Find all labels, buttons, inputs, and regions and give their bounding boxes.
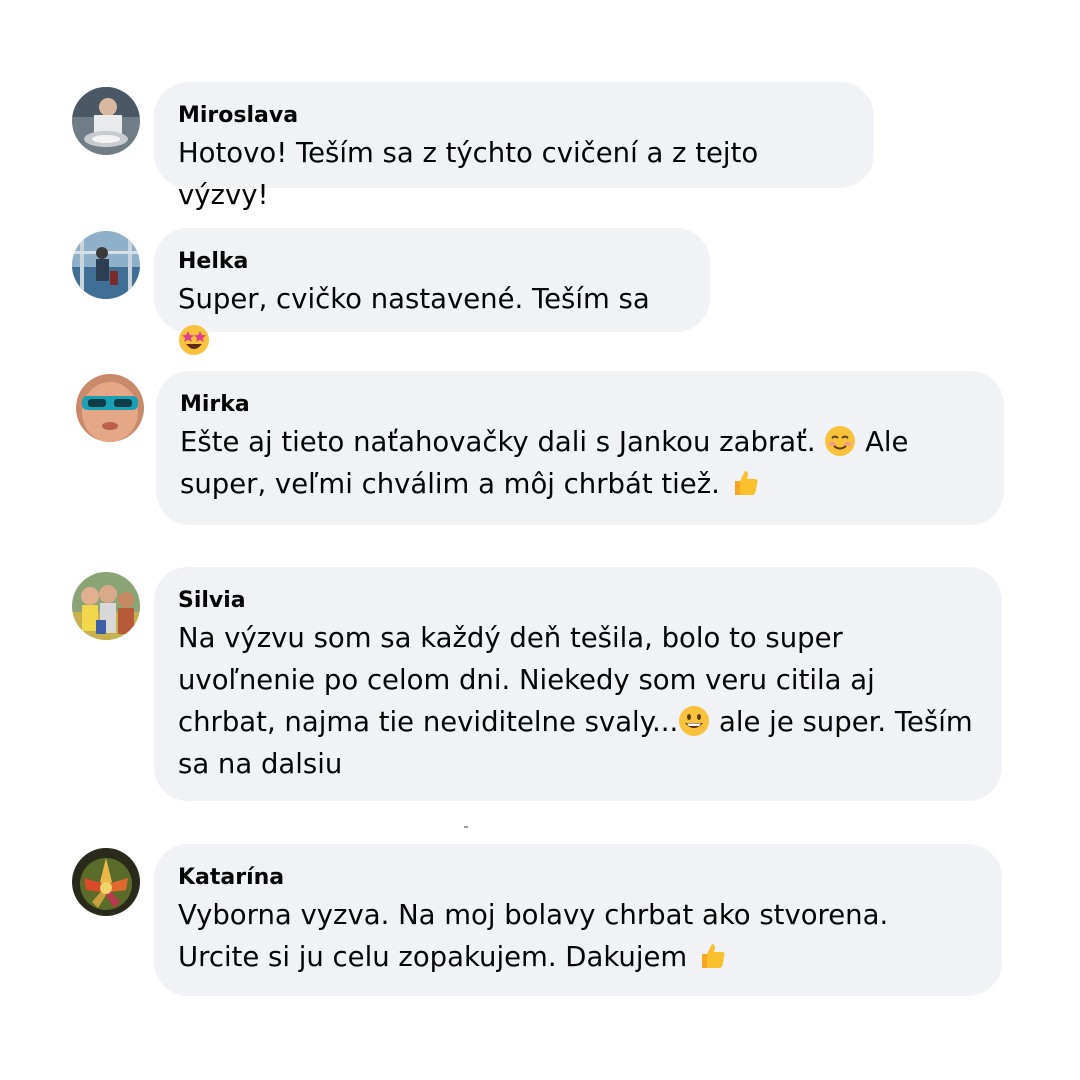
thumbs-up-icon — [696, 940, 728, 972]
comment-text-part: Na výzvu som sa každý deň tešila, bolo t… — [178, 622, 843, 654]
comment-bubble: Mirka Ešte aj tieto naťahovačky dali s J… — [156, 371, 1004, 525]
comment-text: Ešte aj tieto naťahovačky dali s Jankou … — [180, 421, 978, 505]
comment-text-part: Ešte aj tieto naťahovačky dali s Jankou … — [180, 426, 816, 458]
comment-author[interactable]: Miroslava — [178, 102, 848, 130]
smiling-face-icon — [824, 425, 856, 457]
comment-bubble: Katarína Vyborna vyzva. Na moj bolavy ch… — [154, 844, 1002, 996]
avatar[interactable] — [72, 572, 140, 640]
comment-text: Vyborna vyzva. Na moj bolavy chrbat ako … — [178, 894, 976, 978]
comment-text-part: Vyborna vyzva. Na moj bolavy chrbat ako … — [178, 899, 889, 931]
avatar[interactable] — [72, 231, 140, 299]
comment-bubble: Miroslava Hotovo! Teším sa z týchto cvič… — [154, 82, 874, 211]
comment-text-part: uvoľnenie po celom dni. Niekedy som veru… — [178, 664, 875, 696]
divider-mark — [464, 826, 468, 828]
comment-text: Super, cvičko nastavené. Teším sa — [178, 278, 684, 362]
comment-author[interactable]: Mirka — [180, 391, 978, 419]
comment-text-part: Ale — [865, 426, 909, 458]
comment-text-part: chrbat, najma tie neviditelne svaly... — [178, 706, 679, 738]
comment-author[interactable]: Helka — [178, 248, 684, 276]
star-struck-emoji-icon — [178, 324, 210, 356]
comment-author[interactable]: Silvia — [178, 587, 976, 615]
grinning-face-icon — [678, 705, 710, 737]
comment-author[interactable]: Katarína — [178, 864, 976, 892]
thumbs-up-icon — [729, 467, 761, 499]
comment-text: Hotovo! Teším sa z týchto cvičení a z te… — [178, 137, 759, 211]
comment-bubble: Helka Super, cvičko nastavené. Teším sa — [154, 228, 710, 355]
comment-text-part: Super, cvičko nastavené. Teším sa — [178, 283, 650, 315]
comment-text-part: ale je super. Teším — [719, 706, 973, 738]
avatar[interactable] — [72, 87, 140, 155]
comment-text-part: Urcite si ju celu zopakujem. Dakujem — [178, 941, 688, 973]
comment-bubble: Silvia Na výzvu som sa každý deň tešila,… — [154, 567, 1002, 801]
comment-text-part: super, veľmi chválim a môj chrbát tiež. — [180, 468, 720, 500]
comment-text: Na výzvu som sa každý deň tešila, bolo t… — [178, 617, 976, 785]
avatar[interactable] — [72, 848, 140, 916]
comment-text-part: sa na dalsiu — [178, 748, 343, 780]
avatar[interactable] — [76, 374, 144, 442]
